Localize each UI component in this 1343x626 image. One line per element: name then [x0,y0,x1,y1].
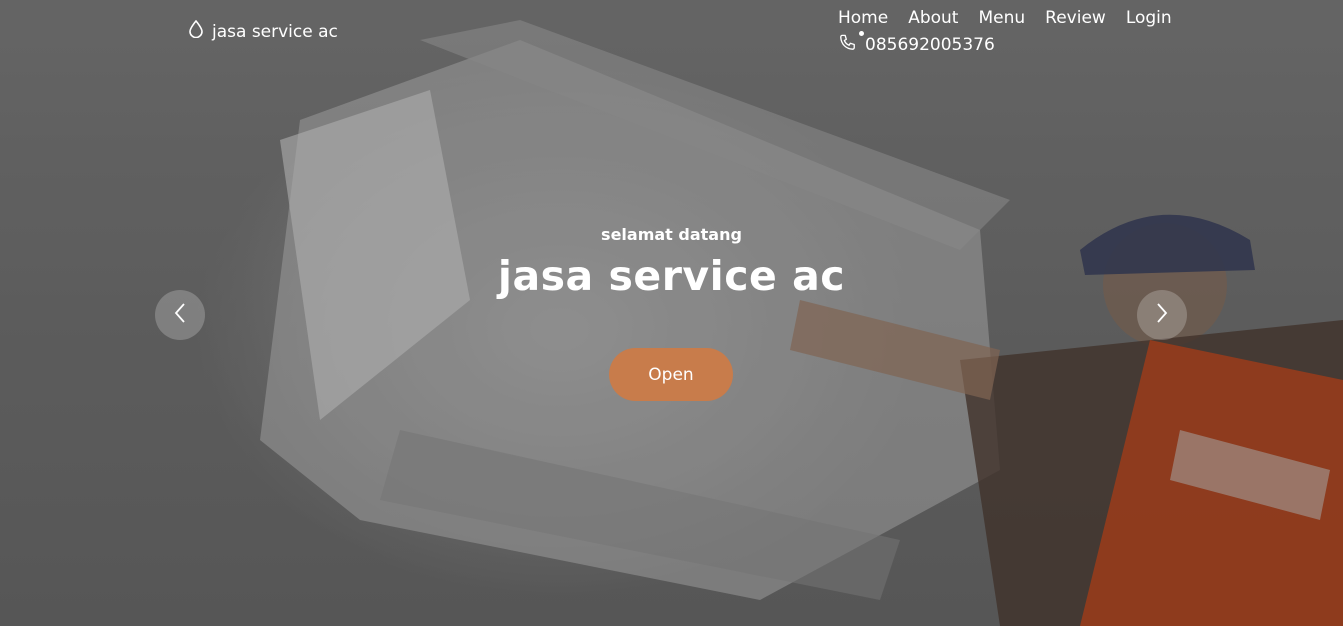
chevron-right-icon [1154,302,1170,328]
main-nav: Home About Menu Review Login [838,8,1172,28]
nav-login[interactable]: Login [1126,8,1172,28]
brand-logo[interactable]: jasa service ac [188,19,338,43]
carousel-next-button[interactable] [1137,290,1187,340]
droplet-icon [188,19,204,43]
nav-home[interactable]: Home [838,8,888,28]
phone-number: 085692005376 [865,35,995,55]
chevron-left-icon [172,302,188,328]
open-button[interactable]: Open [609,348,733,401]
nav-about[interactable]: About [908,8,958,28]
phone-contact[interactable]: 085692005376 [838,33,995,57]
carousel-prev-button[interactable] [155,290,205,340]
hero-headline: jasa service ac [497,252,846,300]
brand-name: jasa service ac [212,21,338,42]
nav-review[interactable]: Review [1045,8,1106,28]
hero-tagline: selamat datang [601,225,742,244]
phone-icon [838,33,857,57]
nav-menu[interactable]: Menu [978,8,1025,28]
